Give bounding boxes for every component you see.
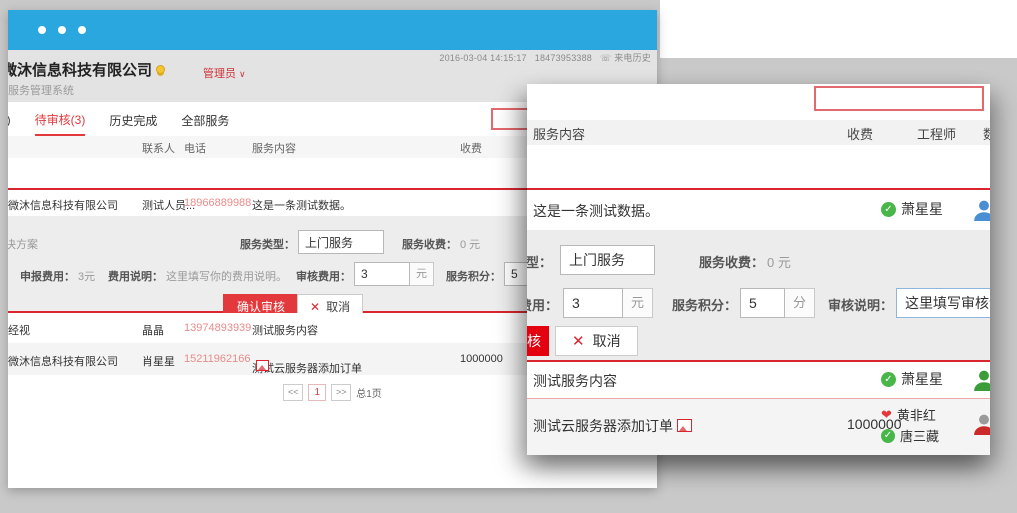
solution-label: 决方案	[8, 236, 38, 252]
service-fee-value: 0 元	[460, 236, 480, 252]
service-fee-value: 0 元	[767, 252, 791, 271]
review-fee-label: 审核费用：	[296, 268, 351, 284]
col-qty: 数量	[983, 124, 990, 143]
check-circle-icon: ✓	[881, 372, 896, 387]
heart-icon: ❤	[881, 407, 892, 423]
cell-phone: 15211962166	[184, 353, 250, 365]
engineer-name: 萧星星	[901, 199, 943, 219]
cell-name: 经视	[8, 322, 138, 338]
declared-fee-label: 申报费用：	[20, 268, 75, 284]
points-label: 服务积分：	[672, 295, 737, 314]
service-fee-label: 服务收费：	[699, 252, 764, 271]
close-icon: ✕	[572, 333, 585, 350]
cell-content: 这是一条测试数据。	[533, 201, 659, 221]
person-icon	[973, 413, 990, 435]
points-unit: 分	[785, 288, 815, 318]
window-dots	[38, 26, 86, 34]
review-note-input[interactable]	[896, 288, 990, 318]
tab-history-done[interactable]: 历史完成	[109, 104, 157, 135]
page-total-label: 总1页	[356, 385, 382, 400]
service-type-input[interactable]	[298, 230, 384, 254]
chevron-down-icon: ∨	[239, 69, 246, 79]
points-label: 服务积分：	[446, 268, 501, 284]
window-dot-icon	[58, 26, 66, 34]
window-dot-icon	[78, 26, 86, 34]
cell-content: 这是一条测试数据。	[252, 197, 351, 213]
service-type-label: 服务类型：	[527, 252, 552, 271]
overlay-row[interactable]: 这是一条测试数据。 ✓ 萧星星	[527, 190, 990, 230]
review-fee-label: 审核费用：	[527, 295, 558, 314]
person-icon	[973, 199, 990, 221]
overlay-search-input[interactable]	[814, 86, 984, 111]
window-dot-icon	[38, 26, 46, 34]
cell-name: 微沐信息科技有限公司	[8, 353, 138, 369]
service-fee-label: 服务收费：	[402, 236, 457, 252]
next-page-button[interactable]: >>	[331, 384, 351, 401]
fee-note-value: 这里填写你的费用说明。	[166, 268, 287, 284]
current-page-button[interactable]: 1	[308, 384, 326, 401]
cell-contact: 晶晶	[142, 322, 164, 338]
engineer-name: 黄非红	[897, 405, 936, 424]
magnified-panel: 服务内容 收费 工程师 数量 这是一条测试数据。 ✓ 萧星星 服务类型： 服务收…	[527, 84, 990, 455]
col-content: 服务内容	[252, 140, 296, 156]
tab-pending-review[interactable]: 待审核(3)	[35, 103, 86, 136]
check-circle-icon: ✓	[881, 202, 896, 217]
col-fee: 收费	[460, 140, 482, 156]
service-type-label: 服务类型：	[240, 236, 295, 252]
hotline-phone: 18473953388	[535, 53, 592, 63]
cell-content: 测试服务内容	[533, 371, 617, 391]
declared-fee-value: 3元	[78, 268, 95, 284]
overlay-row[interactable]: 测试云服务器添加订单 1000000 ❤黄非红 ✓唐三藏	[527, 399, 990, 455]
review-fee-unit: 元	[623, 288, 653, 318]
header-meta: 2016-03-04 14:15:17 18473953388 ☏ 来电历史	[439, 51, 651, 64]
image-attachment-icon[interactable]	[256, 360, 269, 371]
confirm-review-button[interactable]: 确认审核	[527, 326, 549, 356]
tab-all-services[interactable]: 全部服务	[181, 104, 229, 135]
cell-phone: 18966889988	[184, 197, 251, 209]
col-contact: 联系人	[142, 140, 175, 156]
overlay-review-form: 服务类型： 服务收费： 0 元 审核费用： 元 服务积分： 分 审核说明： 确认…	[527, 230, 990, 360]
cancel-button[interactable]: ✕取消	[555, 326, 638, 356]
background-window-corner	[660, 0, 1017, 58]
points-input[interactable]	[740, 288, 785, 318]
datetime-label: 2016-03-04 14:15:17	[439, 53, 526, 63]
prev-page-button[interactable]: <<	[283, 384, 303, 401]
medal-icon	[156, 65, 165, 74]
cell-phone: 13974893939	[184, 322, 251, 334]
tab-clipped[interactable]: (3)	[8, 105, 11, 133]
phone-icon: ☏	[600, 53, 611, 63]
review-fee-input[interactable]	[563, 288, 623, 318]
cell-name: 微沐信息科技有限公司	[8, 197, 138, 213]
cell-fee: 1000000	[460, 353, 503, 365]
review-fee-input[interactable]	[354, 262, 410, 286]
col-fee: 收费	[847, 124, 873, 143]
review-note-label: 审核说明：	[828, 295, 893, 314]
company-title: 微沐信息科技有限公司	[8, 59, 165, 80]
call-history-link[interactable]: 来电历史	[614, 53, 651, 63]
app-subtitle: 服务管理系统	[8, 82, 74, 98]
overlay-row[interactable]: 测试服务内容 ✓ 萧星星	[527, 362, 990, 398]
fee-note-label: 费用说明：	[108, 268, 163, 284]
cell-content: 测试云服务器添加订单	[533, 418, 673, 434]
cell-contact: 肖星星	[142, 353, 175, 369]
review-fee-unit: 元	[410, 262, 434, 286]
engineer-name: 唐三藏	[900, 426, 939, 445]
window-titlebar	[8, 10, 657, 50]
service-type-input[interactable]	[560, 245, 655, 275]
col-content: 服务内容	[533, 124, 585, 143]
cell-content: 测试服务内容	[252, 322, 318, 338]
person-icon	[973, 369, 990, 391]
overlay-table-header: 服务内容 收费 工程师 数量	[527, 120, 990, 145]
role-menu[interactable]: 管理员∨	[203, 65, 246, 81]
image-attachment-icon[interactable]	[677, 419, 692, 432]
engineer-name: 萧星星	[901, 369, 943, 389]
check-circle-icon: ✓	[881, 429, 895, 443]
col-engineer: 工程师	[917, 124, 956, 143]
close-icon: ✕	[310, 300, 320, 314]
col-phone: 电话	[184, 140, 206, 156]
